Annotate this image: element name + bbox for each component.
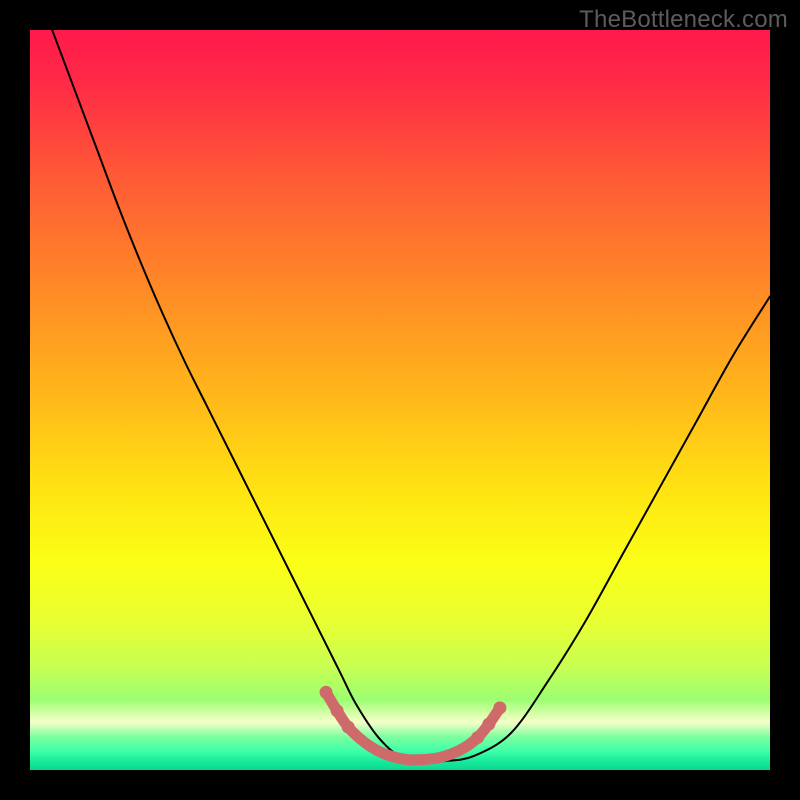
sweet-spot-dot bbox=[482, 718, 495, 731]
chart-background bbox=[30, 30, 770, 770]
chart-stage: TheBottleneck.com bbox=[0, 0, 800, 800]
sweet-spot-dot bbox=[471, 731, 484, 744]
sweet-spot-dot bbox=[320, 686, 333, 699]
bottleneck-chart bbox=[30, 30, 770, 770]
sweet-spot-dot bbox=[331, 704, 344, 717]
sweet-spot-dot bbox=[493, 701, 506, 714]
sweet-spot-dot bbox=[342, 721, 355, 734]
